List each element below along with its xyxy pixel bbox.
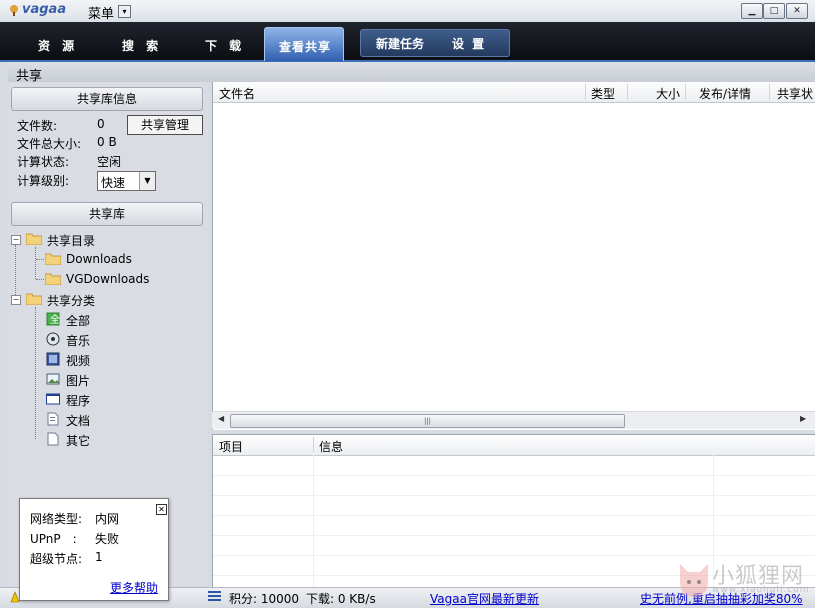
column-divider — [313, 437, 314, 453]
calc-level-select[interactable]: 快速 ▼ — [97, 171, 156, 191]
grid-line — [213, 495, 815, 496]
tree-line — [35, 247, 36, 279]
tab-view-share[interactable]: 查看共享 — [264, 27, 344, 61]
tab-search[interactable]: 搜 索 — [122, 37, 162, 54]
program-icon — [46, 393, 60, 405]
music-icon — [46, 332, 60, 346]
calc-status-value: 空闲 — [97, 155, 122, 169]
library-info-header[interactable]: 共享库信息 — [11, 87, 203, 111]
more-help-link[interactable]: 更多帮助 — [110, 579, 158, 596]
calc-level-label: 计算级别: — [17, 174, 70, 188]
column-type[interactable]: 类型 — [591, 85, 615, 102]
other-icon — [47, 432, 59, 446]
file-table: 文件名 类型 大小 发布/详情 共享状 — [212, 82, 815, 430]
folder-icon — [45, 253, 61, 265]
close-button[interactable]: ✕ — [786, 3, 808, 19]
network-info-popup: 网络类型: 内网 UPnP : 失败 超级节点: 1 ✕ 更多帮助 — [19, 498, 169, 601]
tree-node-vgdownloads[interactable]: VGDownloads — [66, 272, 149, 286]
close-icon[interactable]: ✕ — [156, 504, 167, 515]
nav-group: 新建任务 设 置 — [360, 29, 510, 57]
tab-download[interactable]: 下 载 — [205, 37, 245, 54]
folder-open-icon — [26, 233, 42, 245]
info-table-header: 项目 信息 — [213, 435, 815, 456]
total-size-label: 文件总大小: — [17, 137, 82, 151]
folder-icon — [45, 273, 61, 285]
column-filename[interactable]: 文件名 — [219, 85, 255, 102]
column-info[interactable]: 信息 — [319, 438, 343, 455]
tree-node-downloads[interactable]: Downloads — [66, 252, 132, 266]
upnp-label: UPnP : — [30, 532, 77, 546]
watermark-url: www.xiaohuli.com — [712, 585, 810, 595]
document-icon — [47, 412, 59, 426]
column-share-status[interactable]: 共享状 — [777, 85, 815, 102]
grid-line — [213, 555, 815, 556]
app-logo: vagaa — [22, 2, 67, 17]
horizontal-scrollbar[interactable]: ◀ ||| ▶ — [212, 411, 815, 429]
svg-text:全: 全 — [50, 313, 60, 326]
file-table-header: 文件名 类型 大小 发布/详情 共享状 — [213, 82, 815, 103]
file-count-label: 文件数: — [17, 119, 58, 133]
column-divider — [585, 84, 586, 100]
network-type-value: 内网 — [95, 512, 120, 526]
supernode-value: 1 — [95, 550, 103, 564]
category-picture[interactable]: 图片 — [66, 372, 90, 389]
menu-dropdown-icon[interactable]: ▾ — [118, 5, 131, 18]
grid-line — [213, 515, 815, 516]
column-details[interactable]: 发布/详情 — [699, 85, 751, 102]
title-bar: vagaa 菜单 ▾ ▁ □ ✕ — [0, 0, 815, 23]
share-manage-button[interactable]: 共享管理 — [127, 115, 203, 135]
all-icon: 全 — [46, 312, 60, 326]
network-type-label: 网络类型: — [30, 512, 83, 526]
new-task-button[interactable]: 新建任务 — [376, 35, 424, 52]
status-points: 积分: 10000 — [229, 592, 300, 606]
upnp-value: 失败 — [95, 532, 120, 546]
column-divider — [685, 84, 686, 100]
scrollbar-thumb[interactable]: ||| — [230, 414, 625, 428]
tab-resources[interactable]: 资 源 — [38, 37, 78, 54]
official-update-link[interactable]: Vagaa官网最新更新 — [430, 590, 539, 607]
total-size-value: 0 B — [97, 135, 117, 149]
minimize-button[interactable]: ▁ — [741, 3, 763, 19]
tree-line — [35, 307, 36, 439]
collapse-toggle-icon[interactable]: − — [11, 235, 21, 245]
category-video[interactable]: 视频 — [66, 352, 90, 369]
tree-line — [15, 245, 16, 299]
calc-level-value: 快速 — [101, 176, 126, 190]
chevron-down-icon[interactable]: ▼ — [139, 172, 155, 190]
category-program[interactable]: 程序 — [66, 392, 90, 409]
column-size[interactable]: 大小 — [656, 85, 680, 102]
category-other[interactable]: 其它 — [66, 432, 90, 449]
category-all[interactable]: 全部 — [66, 312, 90, 329]
fox-logo-icon — [680, 564, 708, 597]
tab-view-share-label: 查看共享 — [279, 40, 332, 54]
tree-line — [36, 259, 44, 260]
main-menu[interactable]: 菜单 — [88, 3, 114, 22]
library-header[interactable]: 共享库 — [11, 202, 203, 226]
maximize-button[interactable]: □ — [763, 3, 785, 19]
column-item[interactable]: 项目 — [219, 438, 243, 455]
folder-open-icon — [26, 293, 42, 305]
tree-line — [36, 279, 44, 280]
grid-line — [213, 475, 815, 476]
category-music[interactable]: 音乐 — [66, 332, 90, 349]
column-divider — [769, 84, 770, 100]
scroll-left-icon[interactable]: ◀ — [218, 414, 224, 423]
stats-icon — [208, 591, 221, 601]
section-header: 共享 — [8, 62, 815, 84]
picture-icon — [46, 373, 60, 385]
scroll-right-icon[interactable]: ▶ — [800, 414, 806, 423]
grid-line — [213, 535, 815, 536]
file-count-value: 0 — [97, 117, 105, 131]
supernode-label: 超级节点: — [30, 552, 83, 566]
calc-status-label: 计算状态: — [17, 155, 70, 169]
status-download-speed: 下载: 0 KB/s — [306, 592, 376, 606]
vagaa-logo-icon — [10, 5, 18, 16]
tree-node-share-categories[interactable]: 共享分类 — [47, 292, 95, 309]
column-divider — [627, 84, 628, 100]
collapse-toggle-icon[interactable]: − — [11, 295, 21, 305]
settings-button[interactable]: 设 置 — [452, 35, 486, 52]
video-icon — [46, 352, 60, 366]
category-document[interactable]: 文档 — [66, 412, 90, 429]
tree-node-share-dir[interactable]: 共享目录 — [47, 232, 95, 249]
